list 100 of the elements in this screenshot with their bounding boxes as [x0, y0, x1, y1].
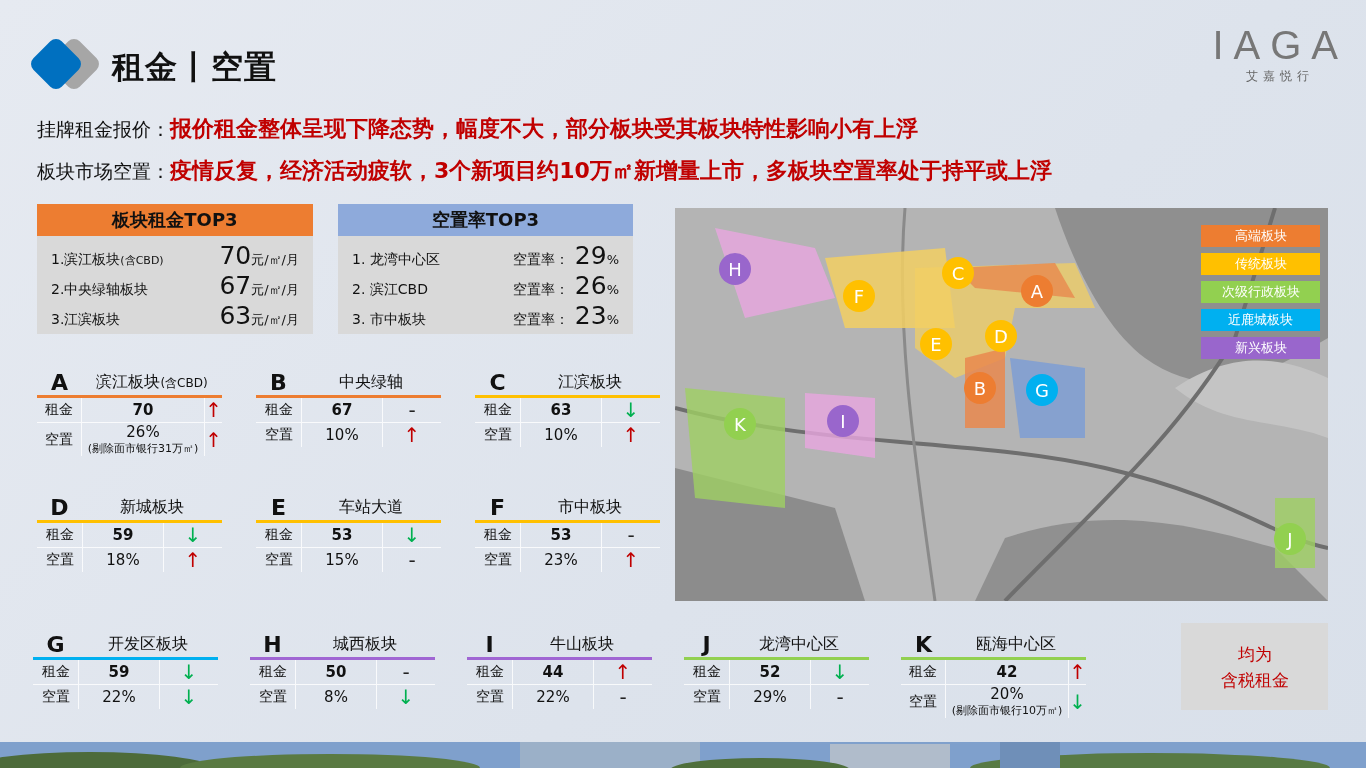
vacancy-value: 29%	[574, 240, 619, 270]
district-letter: F	[489, 495, 506, 520]
summary-text: 疫情反复，经济活动疲软，3个新项目约10万㎡新增量上市，多板块空置率处于持平或上浮	[170, 157, 1052, 185]
vacancy-label: 空置率：	[512, 310, 569, 329]
vacancy-value: 15%	[325, 551, 359, 569]
dash: -	[619, 686, 627, 708]
district-name: 瓯海中心区	[975, 634, 1057, 655]
district-letter: B	[269, 370, 288, 395]
rent-value: 53	[302, 523, 383, 547]
row-label: 空置	[467, 685, 513, 709]
dash: -	[408, 549, 416, 571]
dash: -	[627, 524, 635, 546]
row-label: 空置	[684, 685, 730, 709]
up-arrow: ↑	[622, 549, 640, 571]
rent-value: 53	[521, 523, 602, 547]
row-label: 租金	[37, 523, 83, 547]
district-name: 牛山板块	[549, 634, 615, 655]
down-arrow: ↓	[831, 661, 849, 683]
row-label: 租金	[467, 660, 513, 684]
vacancy-label: 空置率：	[512, 280, 569, 299]
district-name: 城西板块	[332, 634, 398, 655]
up-arrow: ↑	[205, 428, 222, 451]
district-letter: A	[50, 370, 69, 395]
dash: -	[408, 399, 416, 421]
vacancy-value: 10%	[544, 426, 578, 444]
district-name: 1.滨江板块(含CBD)	[51, 250, 165, 269]
district-name: 市中板块	[557, 497, 623, 518]
row-label: 租金	[37, 398, 82, 422]
down-arrow: ↓	[180, 661, 198, 683]
vacancy-value: 8%	[324, 688, 348, 706]
slide-title: 租金丨空置	[112, 47, 277, 88]
vacancy-value: 18%	[106, 551, 140, 569]
vacancy-label: 空置率：	[512, 250, 569, 269]
logo-subtitle: 艾嘉悦行	[1246, 68, 1315, 85]
dash: -	[836, 686, 844, 708]
row-label: 空置	[37, 423, 82, 456]
up-arrow: ↑	[614, 661, 632, 683]
up-arrow: ↑	[403, 424, 421, 446]
down-arrow: ↓	[180, 686, 198, 708]
district-name: 1. 龙湾中心区	[352, 250, 441, 269]
down-arrow: ↓	[622, 399, 640, 421]
district-name: 江滨板块	[557, 372, 623, 393]
rent-value: 59	[83, 523, 164, 547]
up-arrow: ↑	[1069, 661, 1086, 683]
row-label: 租金	[901, 660, 946, 684]
district-name: 中央绿轴	[338, 372, 404, 393]
district-name: 2.中央绿轴板块	[51, 280, 150, 299]
row-label: 空置	[475, 548, 521, 572]
district-letter: I	[484, 632, 495, 657]
district-letter: C	[488, 370, 507, 395]
row-label: 空置	[33, 685, 79, 709]
dash: -	[402, 661, 410, 683]
logo-wordmark: IAGA	[1212, 22, 1348, 68]
row-label: 租金	[256, 523, 302, 547]
district-letter: G	[45, 632, 66, 657]
rent-value: 50	[296, 660, 377, 684]
district-name: 开发区板块	[107, 634, 189, 655]
up-arrow: ↑	[622, 424, 640, 446]
district-name: 新城板块	[119, 497, 185, 518]
rent-value: 67元/㎡/月	[219, 270, 299, 300]
vacancy-value: 22%	[102, 688, 136, 706]
rent-value: 52	[730, 660, 811, 684]
district-name: 3.江滨板块	[51, 310, 122, 329]
district-name: 2. 滨江CBD	[352, 280, 429, 299]
legend-item: 次级行政板块	[1201, 281, 1320, 303]
row-label: 租金	[33, 660, 79, 684]
district-letter: E	[270, 495, 287, 520]
row-label: 空置	[256, 423, 302, 447]
district-name: 3. 市中板块	[352, 310, 427, 329]
legend-item: 新兴板块	[1201, 337, 1320, 359]
row-label: 租金	[256, 398, 302, 422]
rent-value: 59	[79, 660, 160, 684]
rent-value: 42	[945, 660, 1070, 684]
district-name: 滨江板块(含CBD)	[95, 372, 209, 393]
note-text: 含税租金	[1220, 668, 1289, 692]
row-label: 空置	[475, 423, 521, 447]
row-label: 租金	[475, 523, 521, 547]
row-label: 租金	[475, 398, 521, 422]
vacancy-value: 23%	[574, 300, 619, 330]
rent-value: 44	[513, 660, 594, 684]
district-letter: D	[49, 495, 70, 520]
down-arrow: ↓	[403, 524, 421, 546]
row-label: 租金	[250, 660, 296, 684]
down-arrow: ↓	[184, 524, 202, 546]
up-arrow: ↑	[205, 399, 222, 421]
vacancy-value: 20%	[990, 685, 1024, 703]
district-name: 车站大道	[338, 497, 404, 518]
district-letter: K	[913, 632, 934, 657]
rent-value: 63元/㎡/月	[219, 300, 299, 330]
row-label: 空置	[901, 685, 946, 718]
row-label: 空置	[37, 548, 83, 572]
vacancy-note: (剔除面市银行31万㎡)	[87, 441, 199, 456]
summary-label: 挂牌租金报价：	[37, 118, 170, 142]
rent-top3-title: 板块租金TOP3	[37, 204, 313, 236]
district-letter: J	[700, 632, 712, 657]
down-arrow: ↓	[1069, 690, 1086, 713]
row-label: 空置	[250, 685, 296, 709]
legend-item: 高端板块	[1201, 225, 1320, 247]
note-text: 均为	[1237, 642, 1272, 666]
district-name: 龙湾中心区	[758, 634, 840, 655]
